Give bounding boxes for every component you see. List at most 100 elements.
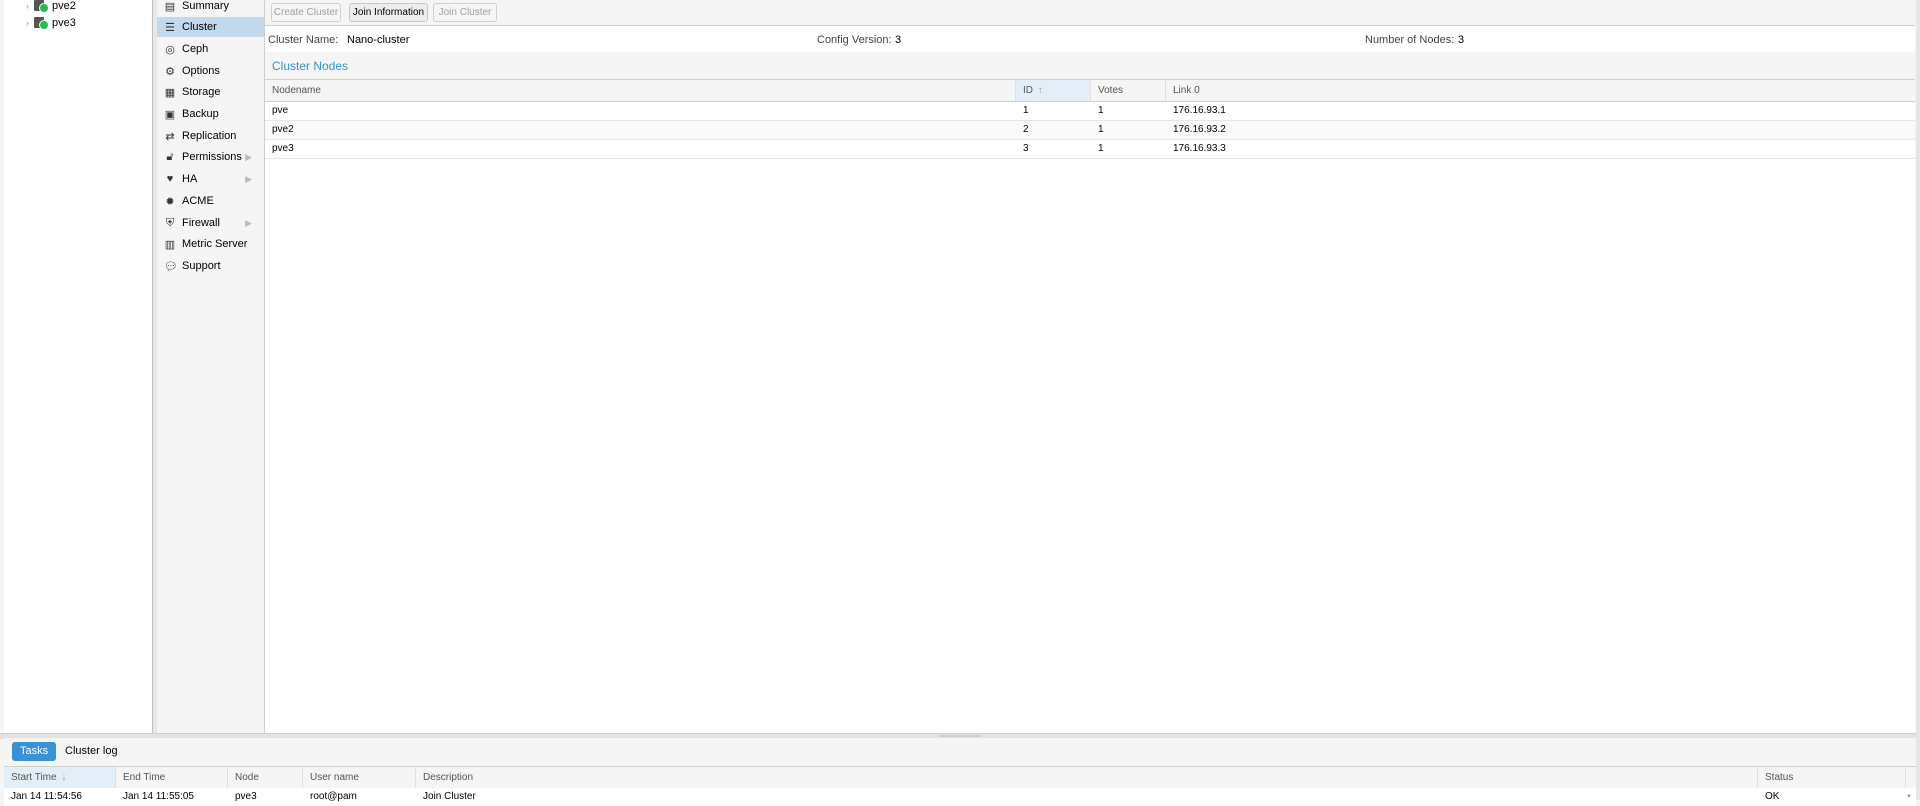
cell-link0: 176.16.93.2 — [1173, 124, 1226, 135]
tree-expander-icon[interactable]: › — [26, 1, 32, 11]
menu-item-label: Cluster — [182, 21, 217, 33]
label-text: Config Version: — [817, 34, 892, 46]
menu-item-label: Backup — [182, 108, 219, 120]
menu-item-acme[interactable]: ✹ ACME — [157, 191, 264, 211]
menu-item-support[interactable]: 💬︎ Support — [157, 256, 264, 276]
cell-votes: 1 — [1098, 105, 1104, 116]
node-online-icon — [34, 0, 49, 13]
cell-link0: 176.16.93.3 — [1173, 143, 1226, 154]
cell-user-name: root@pam — [310, 791, 357, 802]
table-row[interactable]: pve 1 1 176.16.93.1 — [265, 102, 1915, 121]
splitter-grip[interactable] — [940, 735, 980, 737]
menu-item-firewall[interactable]: ⛨ Firewall ▶ — [157, 213, 264, 233]
number-of-nodes-value: 3 — [1458, 34, 1465, 46]
tab-tasks[interactable]: Tasks — [12, 742, 57, 761]
cluster-nodes-header: Cluster Nodes — [265, 52, 1915, 80]
join-information-button[interactable]: Join Information — [349, 3, 428, 22]
cell-votes: 1 — [1098, 124, 1104, 135]
menu-item-ha[interactable]: ♥ HA ▶ — [157, 169, 264, 189]
right-border — [1916, 0, 1920, 800]
cell-votes: 1 — [1098, 143, 1104, 154]
ceph-icon: ◎ — [165, 43, 175, 56]
cluster-name-value: Nano-cluster — [347, 34, 410, 46]
cell-nodename: pve2 — [272, 124, 294, 135]
create-cluster-button[interactable]: Create Cluster — [271, 3, 341, 22]
label-text: Number of Nodes: — [1365, 34, 1455, 46]
config-version-value: 3 — [895, 34, 902, 46]
column-header-status[interactable]: Status — [1758, 767, 1906, 788]
tasks-grid-header: Start Time ↓ End Time Node User name Des… — [4, 766, 1916, 789]
menu-item-label: Firewall — [182, 217, 220, 229]
cell-nodename: pve3 — [272, 143, 294, 154]
config-version-label: Config Version: — [817, 34, 892, 46]
join-cluster-button[interactable]: Join Cluster — [433, 3, 497, 22]
column-header-node[interactable]: Node — [228, 767, 303, 788]
menu-item-label: Ceph — [182, 43, 209, 55]
column-label: ID — [1023, 85, 1033, 96]
cell-status: OK — [1765, 791, 1780, 802]
column-header-start-time[interactable]: Start Time ↓ — [4, 767, 116, 788]
menu-item-permissions[interactable]: 🔓︎ Permissions ▶ — [157, 147, 264, 167]
submenu-arrow-icon: ▶ — [245, 217, 252, 228]
log-tabbar: Tasks Cluster log — [4, 738, 1916, 764]
column-header-votes[interactable]: Votes — [1091, 80, 1166, 101]
tree-node-pve2[interactable]: › pve2 — [26, 0, 76, 14]
column-header-link0[interactable]: Link 0 — [1166, 80, 1915, 101]
menu-item-replication[interactable]: ⇄ Replication — [157, 126, 264, 146]
cluster-panel: Create Cluster Join Information Join Clu… — [265, 0, 1915, 733]
table-row[interactable]: pve3 3 1 176.16.93.3 — [265, 140, 1915, 159]
column-header-description[interactable]: Description — [416, 767, 1758, 788]
menu-item-label: Replication — [182, 130, 237, 142]
cluster-name-label: Cluster Name: — [268, 34, 338, 46]
gear-icon: ⚙ — [165, 65, 175, 78]
database-icon: ▦ — [164, 86, 176, 99]
cell-id: 2 — [1023, 124, 1029, 135]
sort-asc-icon: ↑ — [1037, 85, 1043, 96]
cell-node: pve3 — [235, 791, 257, 802]
submenu-arrow-icon: ▶ — [245, 151, 252, 162]
bar-chart-icon: ▥ — [164, 238, 176, 251]
node-online-icon — [34, 17, 49, 30]
log-panel: Tasks Cluster log Start Time ↓ End Time … — [4, 738, 1916, 806]
retweet-icon: ⇄ — [165, 130, 175, 143]
menu-item-cluster[interactable]: ☰ Cluster — [157, 17, 264, 37]
tree-node-pve3[interactable]: › pve3 — [26, 15, 76, 31]
column-label: Start Time — [11, 772, 57, 783]
list-icon: ☰ — [165, 21, 175, 34]
label-text: Cluster Name: — [268, 34, 339, 46]
sort-desc-icon: ↓ — [61, 772, 67, 783]
menu-item-label: Metric Server — [182, 238, 248, 250]
number-of-nodes-label: Number of Nodes: — [1365, 34, 1454, 46]
floppy-icon: ▣ — [164, 108, 176, 121]
cluster-info: Cluster Name: Nano-cluster Config Versio… — [265, 27, 1915, 51]
shield-icon: ⛨ — [165, 216, 175, 229]
table-row[interactable]: pve2 2 1 176.16.93.2 — [265, 121, 1915, 140]
menu-item-options[interactable]: ⚙ Options — [157, 61, 264, 81]
column-header-nodename[interactable]: Nodename — [265, 80, 1016, 101]
tree-node-label: pve3 — [52, 17, 76, 29]
scroll-down-icon[interactable]: ▼ — [1906, 794, 1914, 800]
column-header-user-name[interactable]: User name — [303, 767, 416, 788]
cluster-toolbar: Create Cluster Join Information Join Clu… — [265, 0, 1915, 26]
nodes-grid-header: Nodename ID ↑ Votes Link 0 — [265, 80, 1915, 102]
menu-item-label: Summary — [182, 0, 230, 12]
menu-item-label: Support — [182, 260, 221, 272]
menu-item-ceph[interactable]: ◎ Ceph — [157, 39, 264, 59]
menu-item-backup[interactable]: ▣ Backup — [157, 104, 264, 124]
cell-description: Join Cluster — [423, 791, 476, 802]
tree-expander-icon[interactable]: › — [26, 18, 32, 28]
submenu-arrow-icon: ▶ — [245, 173, 252, 184]
menu-item-metric-server[interactable]: ▥ Metric Server — [157, 234, 264, 254]
resource-tree: › pve2 › pve3 — [4, 0, 153, 733]
menu-item-storage[interactable]: ▦ Storage — [157, 82, 264, 102]
column-header-end-time[interactable]: End Time — [116, 767, 228, 788]
heartbeat-icon: ♥ — [166, 173, 174, 185]
column-header-id[interactable]: ID ↑ — [1016, 80, 1091, 101]
tree-node-label: pve2 — [52, 0, 76, 12]
cell-start-time: Jan 14 11:54:56 — [11, 791, 82, 802]
menu-item-summary[interactable]: ▤ Summary — [157, 0, 264, 16]
cluster-nodes-title: Cluster Nodes — [272, 59, 349, 73]
cell-id: 3 — [1023, 143, 1029, 154]
tab-cluster-log[interactable]: Cluster log — [57, 742, 126, 761]
table-row[interactable]: Jan 14 11:54:56 Jan 14 11:55:05 pve3 roo… — [4, 788, 1916, 806]
